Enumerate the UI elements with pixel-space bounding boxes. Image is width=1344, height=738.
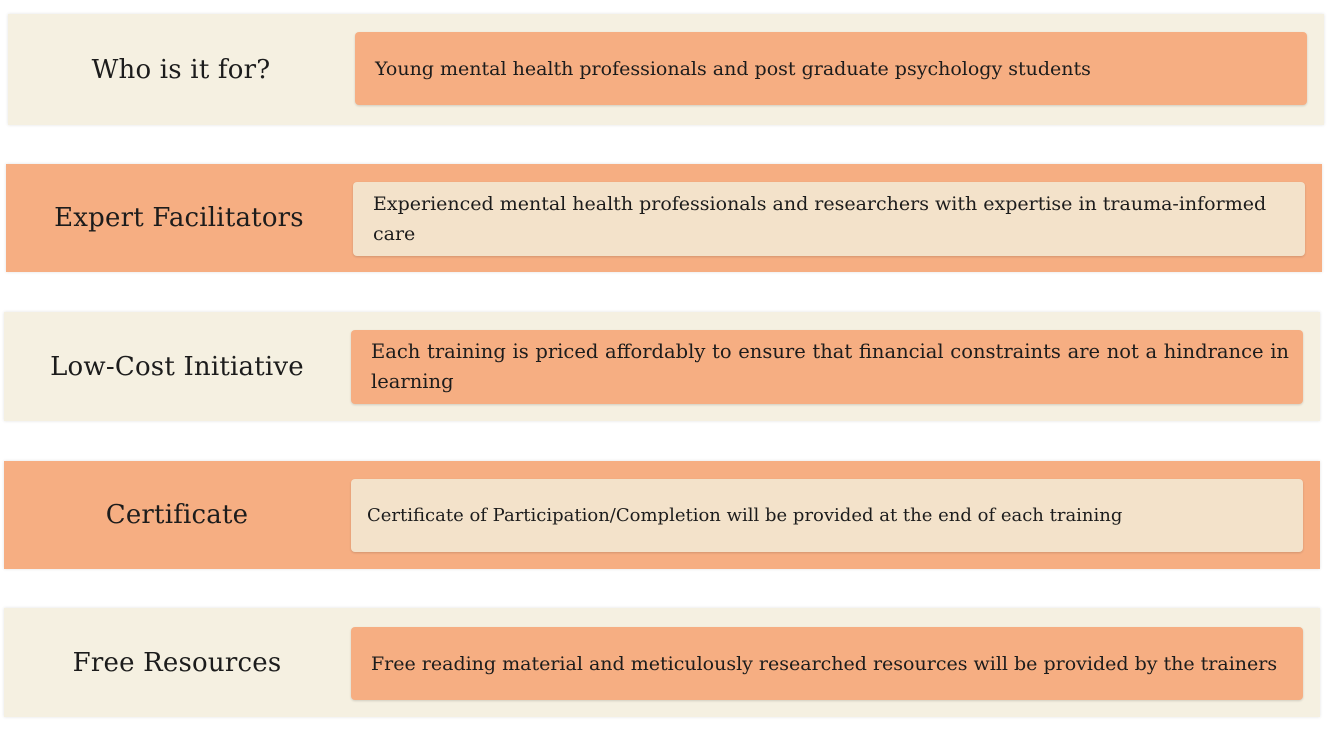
- info-row-resources: Free Resources Free reading material and…: [4, 608, 1320, 717]
- info-row-low-cost: Low-Cost Initiative Each training is pri…: [4, 312, 1320, 421]
- row-label-facilitators: Expert Facilitators: [54, 203, 304, 233]
- row-label-resources: Free Resources: [72, 647, 282, 678]
- row-label-certificate: Certificate: [105, 500, 249, 530]
- row-description-low-cost: Each training is priced affordably to en…: [351, 330, 1303, 404]
- row-label-audience: Who is it for?: [91, 54, 271, 85]
- row-label-low-cost: Low-Cost Initiative: [50, 351, 304, 382]
- row-description-resources-text: Free reading material and meticulously r…: [371, 652, 1278, 675]
- row-description-facilitators-text: Experienced mental health professionals …: [373, 193, 1267, 245]
- row-description-low-cost-text: Each training is priced affordably to en…: [371, 340, 1289, 393]
- row-description-audience-text: Young mental health professionals and po…: [375, 57, 1091, 80]
- row-description-certificate-text: Certificate of Participation/Completion …: [367, 504, 1123, 526]
- row-description-audience: Young mental health professionals and po…: [355, 32, 1307, 105]
- row-description-resources: Free reading material and meticulously r…: [351, 627, 1303, 700]
- info-row-certificate: Certificate Certificate of Participation…: [4, 461, 1320, 569]
- row-description-certificate: Certificate of Participation/Completion …: [351, 479, 1303, 552]
- row-description-facilitators: Experienced mental health professionals …: [353, 182, 1305, 256]
- info-row-facilitators: Expert Facilitators Experienced mental h…: [6, 164, 1322, 272]
- info-row-audience: Who is it for? Young mental health profe…: [8, 14, 1324, 125]
